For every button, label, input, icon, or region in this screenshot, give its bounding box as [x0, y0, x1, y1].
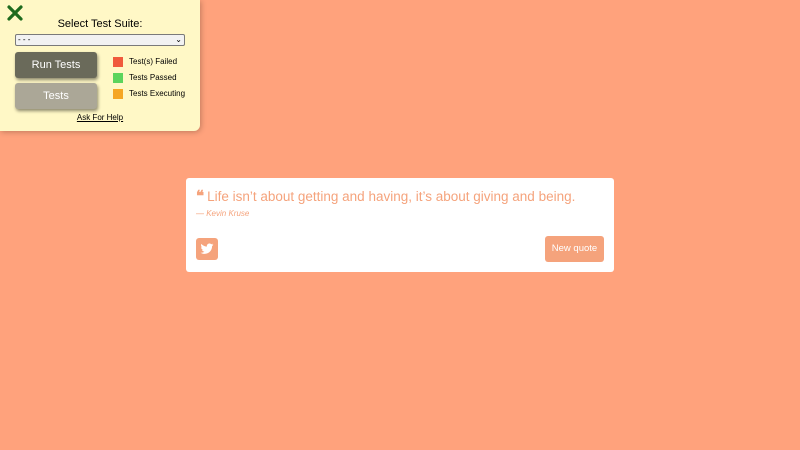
quote-text-row: ❝ Life isn’t about getting and having, it…: [196, 187, 608, 207]
legend-label-passed: Tests Passed: [129, 73, 177, 82]
ask-for-help-link[interactable]: Ask For Help: [0, 113, 200, 122]
tests-button[interactable]: Tests: [15, 83, 97, 109]
legend-label-failed: Test(s) Failed: [129, 57, 178, 66]
quote-left-icon: ❝: [196, 188, 205, 205]
suite-select-value: - - -: [18, 35, 31, 44]
test-suite-select[interactable]: - - - ⌄: [15, 34, 185, 46]
quote-author: — Kevin Kruse: [196, 209, 250, 218]
chevron-down-icon: ⌄: [175, 35, 182, 44]
test-suite-panel: Select Test Suite: - - - ⌄ Run Tests Tes…: [0, 0, 200, 131]
legend-label-executing: Tests Executing: [129, 89, 186, 98]
twitter-icon: [200, 243, 214, 254]
tweet-quote-button[interactable]: [196, 238, 218, 260]
passed-swatch: [113, 73, 123, 83]
new-quote-button[interactable]: New quote: [545, 236, 604, 262]
quote-box: ❝ Life isn’t about getting and having, it…: [186, 178, 614, 272]
suite-title: Select Test Suite:: [57, 18, 143, 30]
executing-swatch: [113, 89, 123, 99]
failed-swatch: [113, 57, 123, 67]
run-tests-button[interactable]: Run Tests: [15, 52, 97, 78]
quote-text: Life isn’t about getting and having, it’…: [207, 189, 576, 204]
